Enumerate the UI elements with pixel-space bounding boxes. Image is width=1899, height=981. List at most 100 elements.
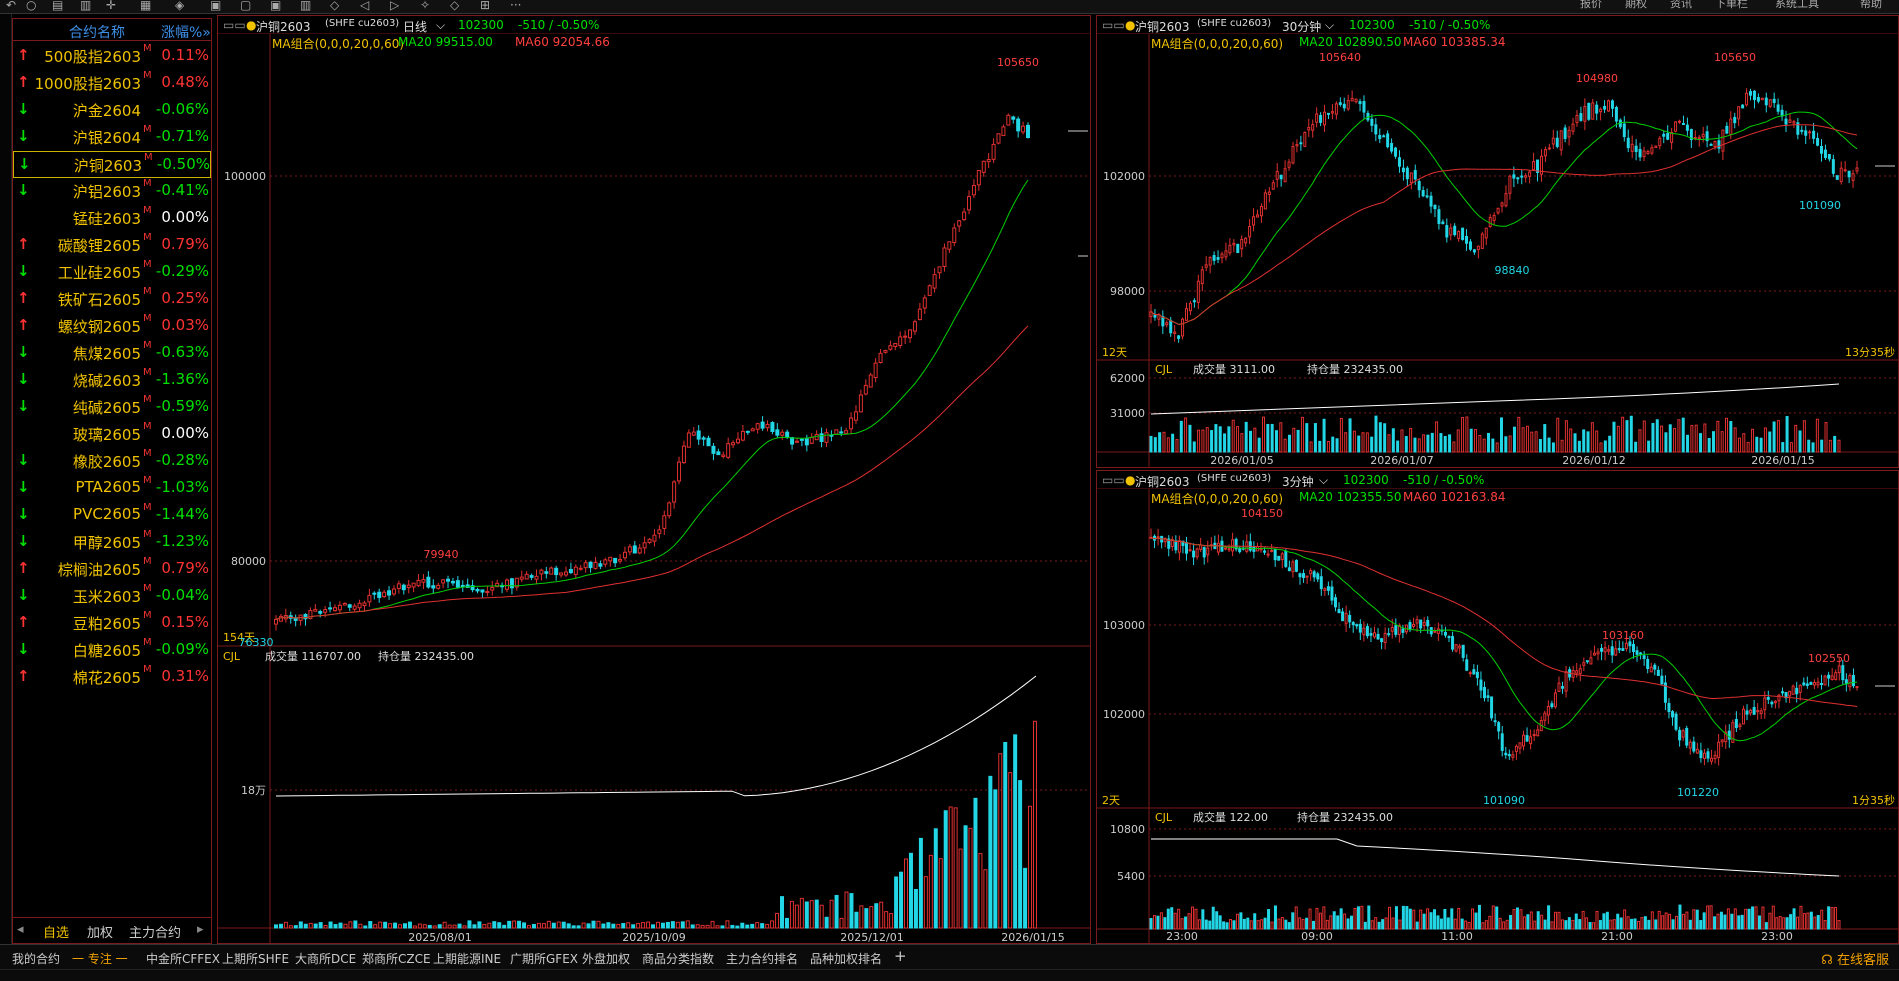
candle-body (1468, 672, 1472, 675)
watchlist-row[interactable]: ↑ 棕榈油2605 M 0.79% (13, 556, 211, 583)
watchlist-row[interactable]: ↓ 白糖2605 M -0.09% (13, 637, 211, 664)
tab-foreign-weighted[interactable]: 外盘加权 (582, 950, 630, 967)
diamond-icon[interactable]: ◇ (450, 0, 459, 12)
watchlist-row[interactable]: ↑ 1000股指2603 M 0.48% (13, 70, 211, 97)
watchlist-row[interactable]: ↓ 沪铝2603 M -0.41% (13, 178, 211, 205)
candle-body (1312, 571, 1316, 578)
tab-my-contracts[interactable]: 我的合约 (12, 950, 60, 967)
candle-body (1522, 734, 1526, 747)
scroll-right-icon[interactable]: ▸ (197, 922, 204, 937)
volume-bar (1357, 435, 1361, 453)
watchlist-row[interactable]: ↑ 螺纹钢2605 M 0.03% (13, 313, 211, 340)
tab-shfe[interactable]: 上期所SHFE (222, 950, 289, 967)
candle-body (1244, 237, 1248, 244)
tab-dce[interactable]: 大商所DCE (295, 950, 356, 967)
tab-cffex[interactable]: 中金所CFFEX (146, 950, 220, 967)
tab-commodity-index[interactable]: 商品分类指数 (642, 950, 714, 967)
change-percent: -1.23% (155, 532, 209, 550)
grid-icon[interactable]: ▣ (210, 0, 221, 12)
candle-body (1720, 739, 1724, 743)
candle-body (967, 196, 972, 211)
bar-count-label: 12天 (1102, 346, 1127, 359)
volume-bar (1529, 911, 1533, 930)
tab-focus[interactable]: 一 专注 一 (72, 950, 128, 967)
volume-bar (799, 897, 804, 929)
arrow-right-icon[interactable]: ▷ (390, 0, 399, 12)
menu-quotes[interactable]: 报价 (1580, 0, 1602, 11)
contract-name: 棉花2605 (72, 669, 141, 687)
min3-candlestick-chart[interactable]: 103000 102000 10800 5400 2天 1分35秒 104150 103160… (1097, 471, 1899, 944)
more-icon[interactable]: ··· (510, 0, 521, 12)
draw-icon[interactable]: ◈ (175, 0, 184, 12)
tab-czce[interactable]: 郑商所CZCE (362, 950, 431, 967)
refresh-icon[interactable]: ○ (26, 0, 36, 12)
menu-system-tools[interactable]: 系统工具 (1775, 0, 1819, 11)
volume-bar (1309, 441, 1313, 453)
watchlist-row[interactable]: ↓ 沪金2604 -0.06% (13, 97, 211, 124)
split-icon[interactable]: ▥ (300, 0, 311, 12)
arrow-left-icon[interactable]: ◁ (360, 0, 369, 12)
tab-main-rank[interactable]: 主力合约排名 (726, 950, 798, 967)
crosshair-icon[interactable]: ✛ (106, 0, 116, 12)
back-icon[interactable]: ↶ (6, 0, 16, 12)
watchlist-row[interactable]: ↓ 纯碱2605 M -0.59% (13, 394, 211, 421)
volume-bar (1377, 921, 1381, 930)
add-tab-button[interactable]: + (894, 947, 907, 965)
menu-news[interactable]: 资讯 (1670, 0, 1692, 11)
header-contract-name[interactable]: 合约名称 (69, 22, 125, 42)
candle-body (332, 607, 337, 612)
watchlist-row[interactable]: ↓ 工业硅2605 M -0.29% (13, 259, 211, 286)
chart-icon[interactable]: ▤ (52, 0, 63, 12)
watchlist-row[interactable]: ↑ 铁矿石2605 M 0.25% (13, 286, 211, 313)
watchlist-row[interactable]: ↓ 沪铜2603 M -0.50% (13, 151, 211, 178)
volume-bar (606, 922, 611, 929)
menu-options[interactable]: 期权 (1625, 0, 1647, 11)
star-icon[interactable]: ✧ (420, 0, 430, 12)
window-icon[interactable]: ▣ (270, 0, 281, 12)
volume-bar (1660, 425, 1664, 453)
volume-bar (1692, 909, 1696, 930)
watchlist-row[interactable]: 锰硅2603 M 0.00% (13, 205, 211, 232)
volume-value: 成交量 122.00 (1193, 810, 1268, 824)
watchlist-row[interactable]: 玻璃2605 M 0.00% (13, 421, 211, 448)
menu-order-bar[interactable]: 下单栏 (1715, 0, 1748, 11)
watchlist-row[interactable]: ↓ 玉米2603 M -0.04% (13, 583, 211, 610)
online-support-button[interactable]: ☊ 在线客服 (1821, 949, 1889, 968)
watchlist-row[interactable]: ↓ 焦煤2605 M -0.63% (13, 340, 211, 367)
tab-ine[interactable]: 上期能源INE (433, 950, 501, 967)
watchlist-row[interactable]: ↓ 沪银2604 M -0.71% (13, 124, 211, 151)
table-icon[interactable]: ▦ (140, 0, 151, 12)
volume-bar (1311, 920, 1315, 930)
tab-weighted[interactable]: 加权 (87, 922, 113, 941)
config-icon[interactable]: ⊞ (480, 0, 490, 12)
volume-bar (1398, 919, 1402, 930)
layout-icon[interactable]: ▢ (240, 0, 251, 12)
volume-bar (1602, 913, 1606, 930)
scroll-left-icon[interactable]: ◂ (17, 922, 24, 937)
daily-candlestick-chart[interactable]: 1000008000018万154天1056507994076330CJL 成交量… (218, 16, 1091, 944)
candle-body (1224, 250, 1228, 258)
watchlist-row[interactable]: ↑ 500股指2603 M 0.11% (13, 43, 211, 70)
volume-bar (1588, 922, 1592, 930)
watchlist-row[interactable]: ↓ 甲醇2605 M -1.23% (13, 529, 211, 556)
tab-gfex[interactable]: 广期所GFEX (510, 950, 578, 967)
menu-help[interactable]: 帮助 (1860, 0, 1882, 11)
header-change-pct[interactable]: 涨幅%» (161, 22, 211, 42)
watchlist-row[interactable]: ↓ PTA2605 M -1.03% (13, 475, 211, 502)
watchlist-row[interactable]: ↑ 豆粕2605 M 0.15% (13, 610, 211, 637)
min30-candlestick-chart[interactable]: 102000 98000 62000 31000 12天 13分35秒 105640 1049… (1097, 16, 1899, 468)
watchlist-row[interactable]: ↓ PVC2605 M -1.44% (13, 502, 211, 529)
bar-icon[interactable]: ▥ (80, 0, 91, 12)
volume-bar (1551, 442, 1555, 453)
watchlist-row[interactable]: ↓ 橡胶2605 M -0.28% (13, 448, 211, 475)
tab-weighted-rank[interactable]: 品种加权排名 (810, 950, 882, 967)
watchlist-row[interactable]: ↓ 烧碱2603 M -1.36% (13, 367, 211, 394)
watchlist-row[interactable]: ↑ 棉花2605 M 0.31% (13, 664, 211, 691)
contract-name: 纯碱2605 (72, 399, 141, 417)
tab-favorites[interactable]: 自选 (43, 922, 69, 941)
tab-main-contract[interactable]: 主力合约 (129, 922, 181, 941)
indicator-icon[interactable]: ◇ (330, 0, 339, 12)
volume-bar (1837, 919, 1841, 930)
volume-bar (368, 921, 373, 929)
watchlist-row[interactable]: ↑ 碳酸锂2605 M 0.79% (13, 232, 211, 259)
